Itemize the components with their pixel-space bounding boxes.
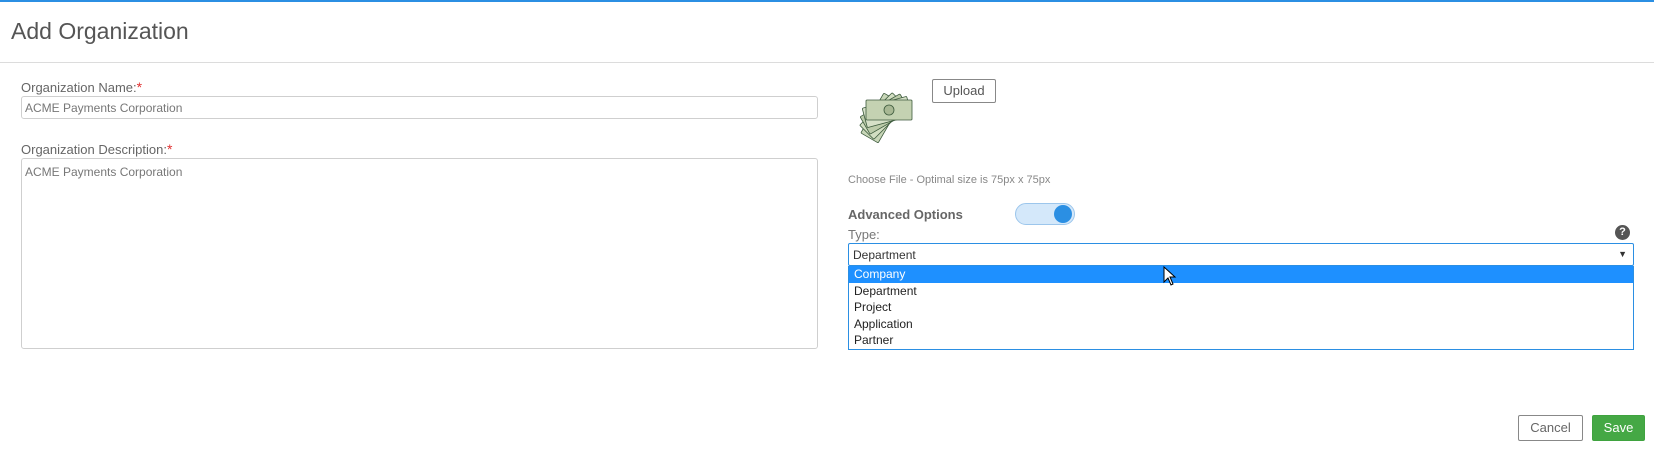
- toggle-knob: [1054, 205, 1072, 223]
- org-name-value: ACME Payments Corporation: [25, 101, 183, 115]
- upload-hint: Choose File - Optimal size is 75px x 75p…: [848, 174, 1051, 186]
- help-icon[interactable]: ?: [1615, 225, 1630, 240]
- upload-button[interactable]: Upload: [932, 79, 996, 103]
- type-option-partner[interactable]: Partner: [849, 332, 1633, 349]
- type-label: Type:: [848, 227, 880, 242]
- page-header: Add Organization: [0, 2, 1654, 63]
- type-select[interactable]: Department ▼: [848, 243, 1634, 266]
- type-option-project[interactable]: Project: [849, 299, 1633, 316]
- org-name-label: Organization Name:*: [21, 79, 142, 95]
- mouse-cursor-icon: [1163, 266, 1177, 286]
- type-option-department[interactable]: Department: [849, 283, 1633, 300]
- type-option-application[interactable]: Application: [849, 316, 1633, 333]
- type-dropdown-list: Company Department Project Application P…: [848, 266, 1634, 350]
- advanced-options-toggle[interactable]: [1015, 203, 1075, 225]
- page-title: Add Organization: [11, 18, 189, 44]
- chevron-down-icon: ▼: [1618, 249, 1627, 259]
- org-description-label-text: Organization Description:: [21, 142, 167, 157]
- money-stack-icon: [859, 92, 913, 143]
- required-marker: *: [136, 79, 143, 95]
- org-name-input[interactable]: ACME Payments Corporation: [21, 96, 818, 119]
- advanced-options-label: Advanced Options: [848, 207, 963, 222]
- org-description-label: Organization Description:*: [21, 141, 172, 157]
- required-marker: *: [166, 141, 173, 157]
- org-description-value: ACME Payments Corporation: [25, 165, 183, 179]
- org-description-textarea[interactable]: ACME Payments Corporation: [21, 158, 818, 349]
- type-option-company[interactable]: Company: [849, 266, 1633, 283]
- type-select-value: Department: [853, 248, 916, 262]
- org-name-label-text: Organization Name:: [21, 80, 137, 95]
- save-button[interactable]: Save: [1592, 415, 1645, 441]
- cancel-button[interactable]: Cancel: [1518, 415, 1583, 441]
